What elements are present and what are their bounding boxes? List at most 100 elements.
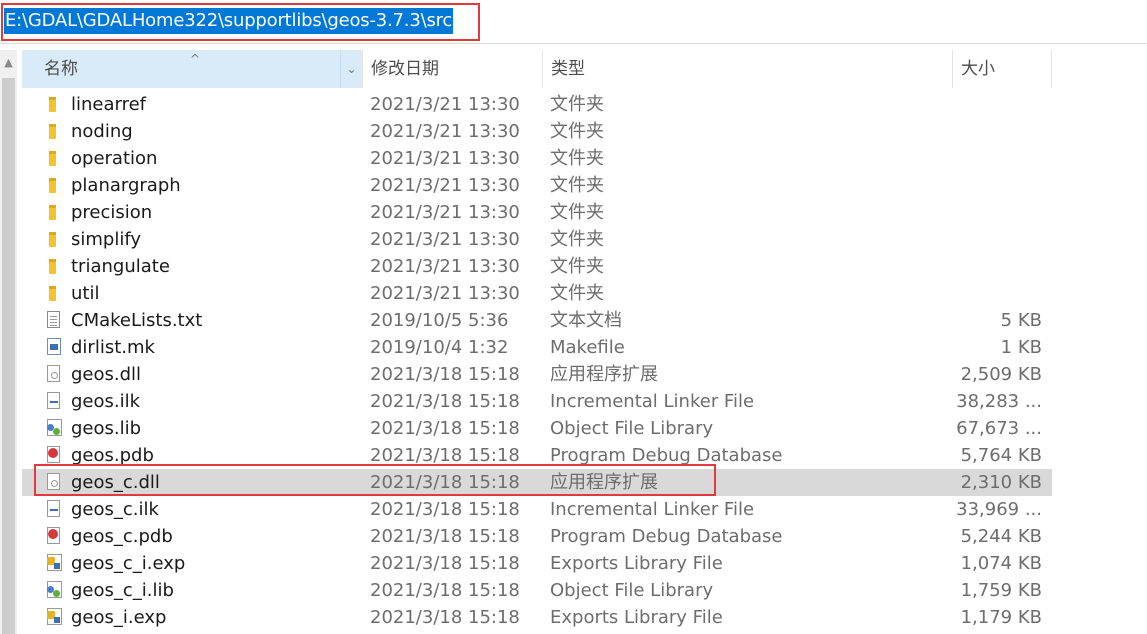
file-type: 文件夹 [550,121,604,142]
file-size: 5,244 KB [960,526,1042,547]
file-size: 1,074 KB [960,553,1042,574]
file-date: 2021/3/21 13:30 [370,175,520,196]
file-date: 2019/10/4 1:32 [370,337,509,358]
file-name: geos_c.pdb [71,526,173,547]
file-date: 2019/10/5 5:36 [370,310,509,331]
file-size: 1,759 KB [960,580,1042,601]
file-date: 2021/3/18 15:18 [370,445,520,466]
file-date: 2021/3/18 15:18 [370,364,520,385]
file-type: Incremental Linker File [550,499,755,520]
file-name: simplify [71,229,142,250]
file-type: Object File Library [550,580,714,601]
folder-icon [45,91,63,118]
file-type: Program Debug Database [550,526,783,547]
column-header-size[interactable]: 大小 [952,50,1052,88]
column-header-date[interactable]: 修改日期 [362,50,542,88]
file-type: Exports Library File [550,607,723,628]
folder-icon [45,199,63,226]
file-date: 2021/3/18 15:18 [370,391,520,412]
file-row[interactable]: util 2021/3/21 13:30 文件夹 [22,280,1052,307]
file-row[interactable]: linearref 2021/3/21 13:30 文件夹 [22,91,1052,118]
file-name: util [71,283,100,304]
file-name: planargraph [71,175,181,196]
file-row[interactable]: simplify 2021/3/21 13:30 文件夹 [22,226,1052,253]
file-size: 33,969 ... [956,499,1042,520]
file-name: dirlist.mk [71,337,155,358]
file-list: linearref 2021/3/21 13:30 文件夹 noding 2021/3/… [22,91,1052,631]
file-type: 文件夹 [550,229,604,250]
file-type: 文件夹 [550,94,604,115]
lib-file-icon [45,577,63,604]
file-row[interactable]: CMakeLists.txt 2019/10/5 5:36 文本文档 5 KB [22,307,1052,334]
file-type: 文件夹 [550,202,604,223]
file-row[interactable]: operation 2021/3/21 13:30 文件夹 [22,145,1052,172]
file-date: 2021/3/21 13:30 [370,148,520,169]
file-size: 5,764 KB [960,445,1042,466]
file-type: Makefile [550,337,625,358]
file-type: 文本文档 [550,310,622,331]
file-name: linearref [71,94,147,115]
file-row[interactable]: geos_c.dll 2021/3/18 15:18 应用程序扩展 2,310 KB [22,469,1052,496]
file-size: 5 KB [1000,310,1042,331]
file-size: 1 KB [1000,337,1042,358]
lib-file-icon [45,415,63,442]
column-header-date-label: 修改日期 [371,59,439,79]
file-name: geos.pdb [71,445,154,466]
folder-icon [45,145,63,172]
file-date: 2021/3/18 15:18 [370,472,520,493]
file-type: Object File Library [550,418,714,439]
scrollbar-thumb[interactable] [2,78,15,634]
file-date: 2021/3/21 13:30 [370,121,520,142]
column-headers: 名称 ^ ⌄ 修改日期 类型 大小 [22,50,1052,88]
file-date: 2021/3/21 13:30 [370,283,520,304]
file-name: geos_c.dll [71,472,160,493]
file-date: 2021/3/18 15:18 [370,526,520,547]
vertical-scrollbar[interactable]: ▲ [0,50,17,634]
file-name: geos.lib [71,418,142,439]
address-bar[interactable]: E:\GDAL\GDALHome322\supportlibs\geos-3.7… [0,0,1147,44]
file-name: triangulate [71,256,170,277]
file-row[interactable]: geos.lib 2021/3/18 15:18 Object File Libra… [22,415,1052,442]
file-name: precision [71,202,153,223]
file-size: 2,509 KB [960,364,1042,385]
file-row[interactable]: noding 2021/3/21 13:30 文件夹 [22,118,1052,145]
file-row[interactable]: geos_c_i.exp 2021/3/18 15:18 Exports Libra… [22,550,1052,577]
text-file-icon [45,307,63,334]
dll-file-icon [45,361,63,388]
file-name: geos_c.ilk [71,499,159,520]
pdb-file-icon [45,442,63,469]
file-name: geos_c_i.exp [71,553,186,574]
file-row[interactable]: geos_i.exp 2021/3/18 15:18 Exports Library… [22,604,1052,631]
file-name: geos_c_i.lib [71,580,174,601]
file-row[interactable]: geos_c.ilk 2021/3/18 15:18 Incremental Lin… [22,496,1052,523]
file-name: geos_i.exp [71,607,167,628]
file-row[interactable]: planargraph 2021/3/21 13:30 文件夹 [22,172,1052,199]
column-header-type[interactable]: 类型 [542,50,952,88]
file-row[interactable]: triangulate 2021/3/21 13:30 文件夹 [22,253,1052,280]
exp-file-icon [45,550,63,577]
file-size: 1,179 KB [960,607,1042,628]
exp-file-icon [45,604,63,631]
pdb-file-icon [45,523,63,550]
file-size: 67,673 ... [956,418,1042,439]
file-name: operation [71,148,158,169]
file-row[interactable]: geos_c_i.lib 2021/3/18 15:18 Object File L… [22,577,1052,604]
file-date: 2021/3/21 13:30 [370,229,520,250]
file-row[interactable]: geos.dll 2021/3/18 15:18 应用程序扩展 2,509 KB [22,361,1052,388]
file-type: 应用程序扩展 [550,364,658,385]
chevron-down-icon[interactable]: ⌄ [340,50,362,88]
file-row[interactable]: dirlist.mk 2019/10/4 1:32 Makefile 1 KB [22,334,1052,361]
scroll-up-icon[interactable]: ▲ [0,56,17,70]
file-row[interactable]: geos_c.pdb 2021/3/18 15:18 Program Debug D… [22,523,1052,550]
file-row[interactable]: geos.pdb 2021/3/18 15:18 Program Debug Dat… [22,442,1052,469]
file-date: 2021/3/18 15:18 [370,607,520,628]
folder-icon [45,253,63,280]
column-header-name[interactable]: 名称 ^ [22,50,362,88]
column-header-name-label: 名称 [44,59,78,79]
file-row[interactable]: precision 2021/3/21 13:30 文件夹 [22,199,1052,226]
address-path[interactable]: E:\GDAL\GDALHome322\supportlibs\geos-3.7… [4,8,454,34]
file-date: 2021/3/18 15:18 [370,580,520,601]
file-type: 文件夹 [550,148,604,169]
ilk-file-icon [45,496,63,523]
file-row[interactable]: geos.ilk 2021/3/18 15:18 Incremental Linke… [22,388,1052,415]
